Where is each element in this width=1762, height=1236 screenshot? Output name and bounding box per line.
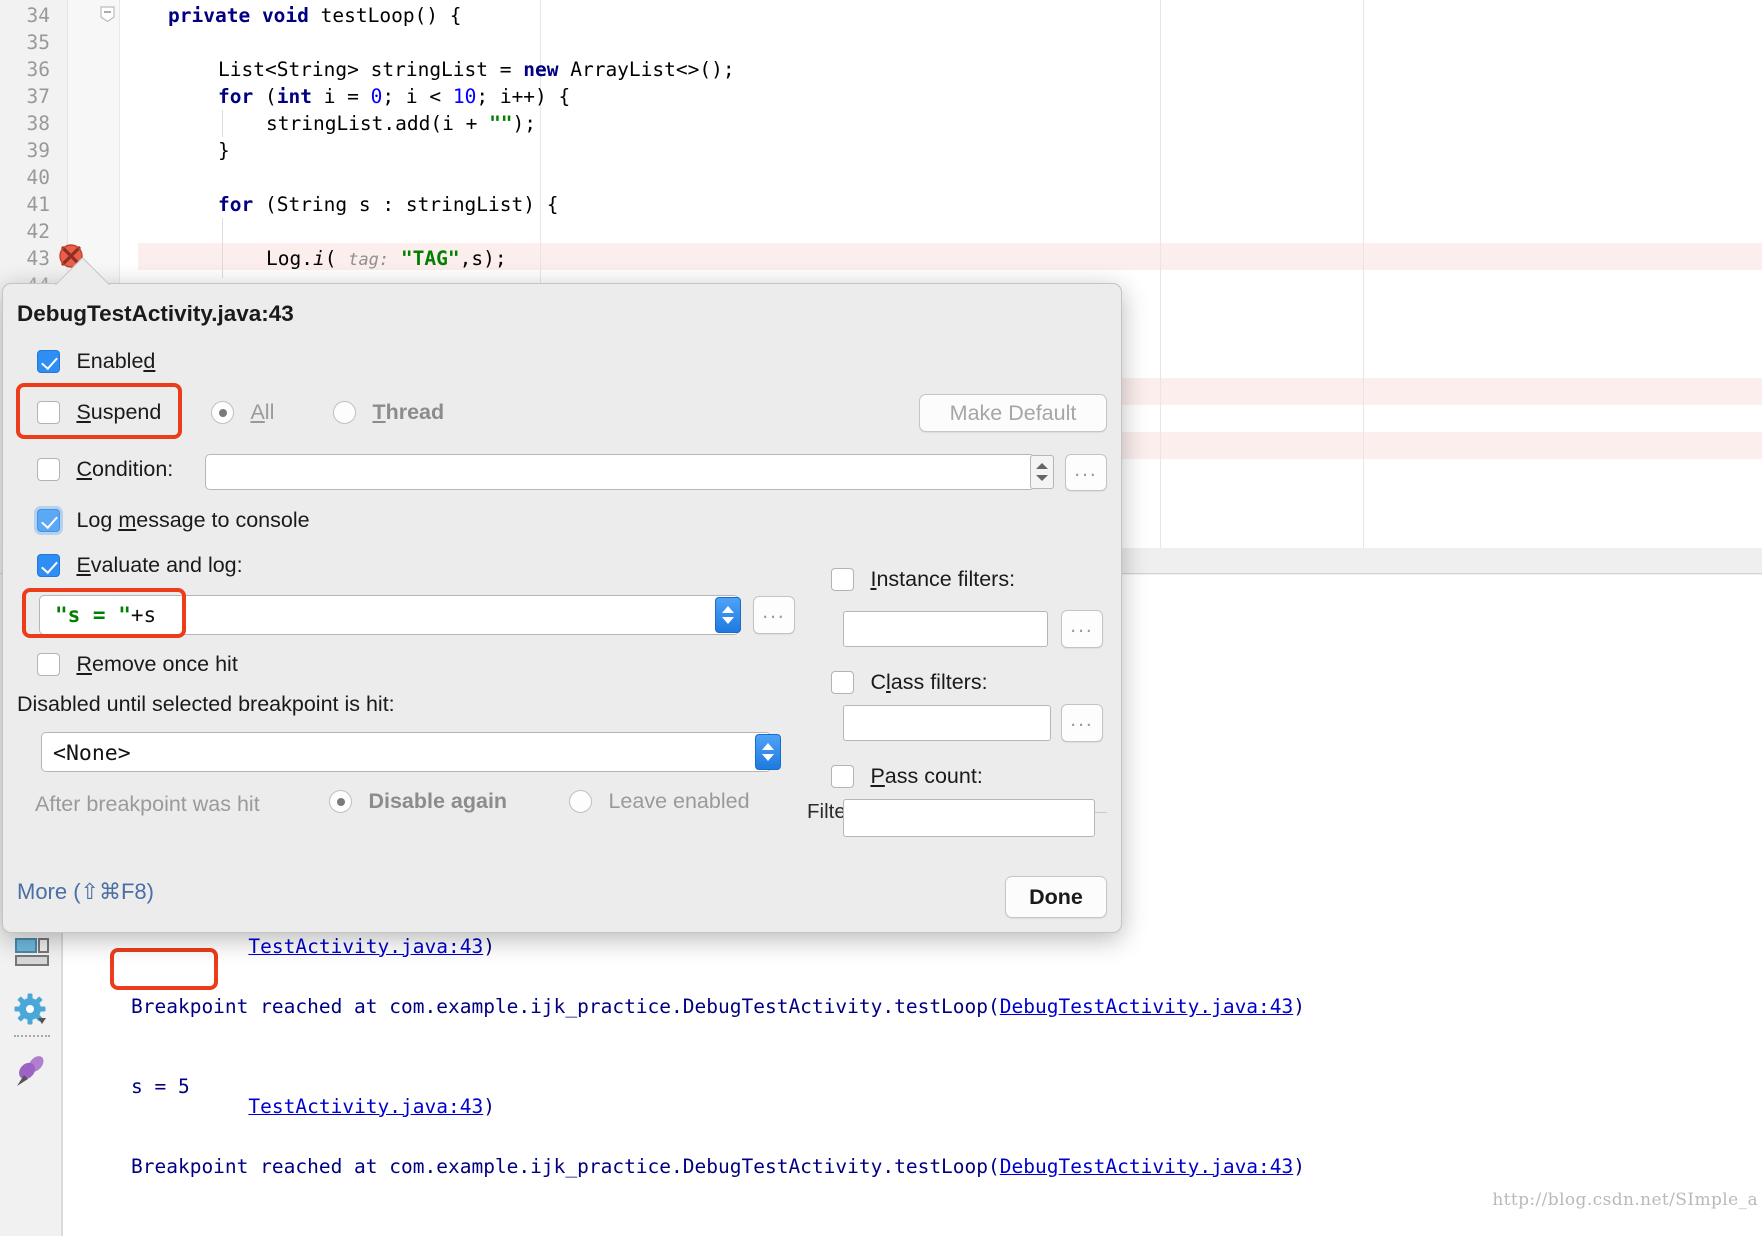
console-eval-value: s = 5	[131, 1074, 190, 1098]
evaluate-and-log-label: Evaluate and log:	[76, 553, 243, 577]
enabled-checkbox[interactable]	[37, 350, 60, 373]
condition-input[interactable]	[205, 454, 1035, 490]
class-filters-input[interactable]	[843, 705, 1051, 741]
dialog-title: DebugTestActivity.java:43	[17, 301, 294, 326]
console-line: s = 5	[131, 1074, 1305, 1101]
disabled-until-stepper[interactable]	[755, 734, 781, 770]
suspend-policy-thread-label: Thread	[372, 400, 445, 424]
suspend-policy-thread-row[interactable]: Thread	[333, 400, 444, 425]
pass-count-checkbox[interactable]	[831, 765, 854, 788]
column-guide-3	[1363, 0, 1364, 560]
done-button[interactable]: Done	[1005, 876, 1107, 918]
console-file-link[interactable]: DebugTestActivity.java:43	[1000, 995, 1294, 1018]
after-hit-disable-again-label: Disable again	[368, 789, 508, 813]
line-number: 37	[26, 85, 50, 108]
watermark-text: http://blog.csdn.net/SImple_a	[1492, 1190, 1758, 1210]
line-number: 34	[26, 4, 50, 27]
make-default-button[interactable]: Make Default	[919, 394, 1107, 432]
condition-checkbox[interactable]	[37, 458, 60, 481]
rail-divider	[14, 1035, 50, 1037]
evaluate-expression-more-button[interactable]: ...	[753, 596, 795, 634]
pass-count-input[interactable]	[843, 799, 1095, 837]
line-number: 40	[26, 166, 50, 189]
disabled-until-combo[interactable]: <None>	[41, 732, 771, 772]
pass-count-checkbox-row[interactable]: Pass count:	[831, 764, 983, 789]
after-hit-label: After breakpoint was hit	[35, 792, 260, 816]
console-line[interactable]: Breakpoint reached at com.example.ijk_pr…	[131, 994, 1305, 1021]
instance-filters-label: Instance filters:	[870, 567, 1016, 591]
expression-operand: +s	[130, 603, 157, 627]
console-file-link[interactable]: DebugTestActivity.java:43	[1000, 1155, 1294, 1178]
suspend-policy-thread-radio[interactable]	[333, 401, 356, 424]
log-message-checkbox[interactable]	[37, 509, 60, 532]
after-hit-leave-enabled-radio[interactable]	[569, 790, 592, 813]
after-hit-disable-again-radio[interactable]	[329, 790, 352, 813]
evaluate-and-log-checkbox-row[interactable]: Evaluate and log:	[37, 553, 243, 578]
instance-filters-checkbox[interactable]	[831, 568, 854, 591]
enabled-checkbox-row[interactable]: Enabled	[37, 349, 155, 374]
breakpoint-settings-dialog: DebugTestActivity.java:43 Enabled Suspen…	[2, 283, 1122, 933]
after-hit-disable-again-row[interactable]: Disable again	[329, 789, 507, 814]
class-filters-more-button[interactable]: ...	[1061, 704, 1103, 742]
console-output-bottom[interactable]: Breakpoint reached at com.example.ijk_pr…	[131, 941, 1305, 1236]
suspend-checkbox-row[interactable]: Suspend	[37, 400, 161, 425]
suspend-policy-all-row[interactable]: All	[211, 400, 274, 425]
evaluate-expression-value: "s = "+s	[55, 603, 156, 627]
enabled-label: Enabled	[76, 349, 156, 373]
log-message-checkbox-row[interactable]: Log message to console	[37, 508, 310, 533]
line-number: 39	[26, 139, 50, 162]
evaluate-expression-stepper[interactable]	[715, 597, 741, 633]
console-line[interactable]: Breakpoint reached at com.example.ijk_pr…	[131, 1154, 1305, 1181]
indent-guide	[222, 218, 223, 278]
condition-more-button[interactable]: ...	[1065, 454, 1107, 491]
line-number: 38	[26, 112, 50, 135]
layout-icon[interactable]	[14, 935, 50, 971]
suspend-policy-all-radio[interactable]	[211, 401, 234, 424]
condition-label: Condition:	[76, 457, 174, 481]
condition-stepper[interactable]	[1030, 455, 1054, 489]
line-number: 41	[26, 193, 50, 216]
suspend-label: Suspend	[76, 400, 162, 424]
remove-once-hit-label: Remove once hit	[76, 652, 238, 676]
indent-guide	[222, 110, 223, 137]
disabled-until-label: Disabled until selected breakpoint is hi…	[17, 692, 395, 716]
dialog-callout-arrow	[55, 258, 113, 285]
column-guide-2	[1160, 0, 1161, 560]
pass-count-label: Pass count:	[870, 764, 983, 788]
suspend-policy-all-label: All	[250, 400, 275, 424]
disabled-until-value: <None>	[53, 741, 131, 766]
class-filters-label: Class filters:	[870, 670, 988, 694]
suspend-checkbox[interactable]	[37, 401, 60, 424]
line-number: 42	[26, 220, 50, 243]
remove-once-hit-checkbox-row[interactable]: Remove once hit	[37, 652, 238, 677]
class-filters-checkbox[interactable]	[831, 671, 854, 694]
class-filters-checkbox-row[interactable]: Class filters:	[831, 670, 988, 695]
after-hit-leave-enabled-row[interactable]: Leave enabled	[569, 789, 750, 814]
line-number: 43	[26, 247, 50, 270]
log-message-label: Log message to console	[76, 508, 310, 532]
expression-string-literal: "s = "	[55, 603, 131, 627]
line-number: 36	[26, 58, 50, 81]
more-settings-link[interactable]: More (⇧⌘F8)	[17, 879, 154, 905]
after-hit-leave-enabled-label: Leave enabled	[608, 789, 750, 813]
settings-gear-icon[interactable]	[14, 993, 50, 1029]
fold-collapse-icon[interactable]	[100, 6, 115, 22]
instance-filters-input[interactable]	[843, 611, 1048, 647]
condition-checkbox-row[interactable]: Condition:	[37, 457, 173, 482]
pin-icon[interactable]	[14, 1053, 50, 1089]
instance-filters-more-button[interactable]: ...	[1061, 610, 1103, 648]
screen-root: 34 35 36 37 38 39 40 41 42 43 44 private…	[0, 0, 1762, 1236]
evaluate-and-log-checkbox[interactable]	[37, 554, 60, 577]
remove-once-hit-checkbox[interactable]	[37, 653, 60, 676]
instance-filters-checkbox-row[interactable]: Instance filters:	[831, 567, 1015, 592]
line-number: 35	[26, 31, 50, 54]
